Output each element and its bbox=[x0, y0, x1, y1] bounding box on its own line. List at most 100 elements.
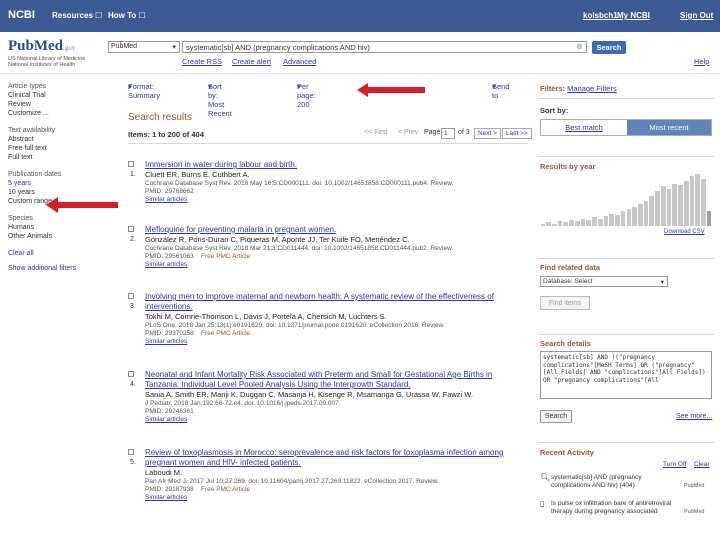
result-authors: Laboudi M. bbox=[145, 468, 183, 477]
year-bar[interactable] bbox=[540, 224, 546, 226]
result-checkbox[interactable] bbox=[128, 371, 134, 377]
result-checkbox[interactable] bbox=[128, 226, 134, 232]
similar-articles-link[interactable]: Similar articles bbox=[145, 196, 528, 204]
filter-item-abstract[interactable]: Abstract bbox=[8, 135, 118, 144]
similar-articles-link[interactable]: Similar articles bbox=[145, 416, 528, 424]
year-bar[interactable] bbox=[551, 224, 557, 226]
database-select[interactable]: PubMed ▾ bbox=[108, 41, 180, 53]
result-authors: González R, Pons-Duran C, Piqueras M, Ap… bbox=[145, 235, 410, 244]
year-bar[interactable] bbox=[701, 179, 706, 226]
clear-activity-link[interactable]: Clear bbox=[694, 461, 710, 468]
howto-menu[interactable]: How To ☐ bbox=[108, 11, 146, 20]
year-bar[interactable] bbox=[546, 222, 551, 226]
year-bar[interactable] bbox=[574, 221, 580, 226]
filter-item-customize[interactable]: Customize ... bbox=[8, 109, 118, 118]
resources-menu[interactable]: Resources ☐ bbox=[52, 11, 102, 20]
year-bar[interactable] bbox=[620, 211, 626, 226]
filter-item-other-animals[interactable]: Other Animals bbox=[8, 232, 118, 241]
help-link[interactable]: Help bbox=[694, 57, 709, 66]
search-details-search-button[interactable]: Search bbox=[540, 410, 572, 423]
year-bar[interactable] bbox=[678, 185, 683, 226]
filter-item-review[interactable]: Review bbox=[8, 100, 118, 109]
year-bar[interactable] bbox=[597, 219, 603, 226]
year-bar[interactable] bbox=[666, 189, 672, 226]
result-checkbox[interactable] bbox=[128, 449, 134, 455]
search-input[interactable]: systematic[sb] AND (pregnancy complicati… bbox=[182, 41, 587, 53]
similar-articles-link[interactable]: Similar articles bbox=[145, 338, 528, 346]
turn-off-link[interactable]: Turn Off bbox=[663, 461, 686, 468]
year-bar[interactable] bbox=[643, 201, 649, 226]
page-number-input[interactable]: 1 bbox=[441, 128, 455, 139]
year-bar[interactable] bbox=[586, 220, 592, 226]
clear-search-icon[interactable]: ⊗ bbox=[576, 42, 583, 51]
year-bar[interactable] bbox=[603, 216, 609, 226]
show-additional-filters-link[interactable]: Show additional filters bbox=[8, 264, 118, 273]
year-bar[interactable] bbox=[626, 209, 632, 226]
results-by-year-chart[interactable] bbox=[540, 174, 712, 226]
year-bar[interactable] bbox=[649, 196, 655, 226]
filter-item-full-text[interactable]: Full text bbox=[8, 153, 118, 162]
advanced-link[interactable]: Advanced bbox=[283, 57, 316, 66]
filter-group-article-types: Article types Clinical Trial Review Cust… bbox=[8, 82, 118, 118]
download-csv-link[interactable]: Download CSV bbox=[664, 229, 705, 235]
year-bar[interactable] bbox=[592, 217, 597, 226]
year-bar[interactable] bbox=[615, 215, 620, 226]
year-bar[interactable] bbox=[637, 204, 643, 226]
result-title-link[interactable]: Involving men to improve maternal and ne… bbox=[145, 292, 528, 312]
pubmed-logo[interactable]: PubMed.gov bbox=[8, 38, 75, 55]
pager-first[interactable]: << First bbox=[364, 129, 388, 136]
pager-next-button[interactable]: Next > bbox=[474, 128, 501, 139]
year-bar[interactable] bbox=[660, 186, 666, 226]
my-ncbi-link[interactable]: My NCBI bbox=[617, 11, 650, 20]
see-more-link[interactable]: See more... bbox=[676, 413, 712, 420]
year-bar[interactable] bbox=[609, 214, 615, 226]
filter-item-free-full-text[interactable]: Free full text bbox=[8, 144, 118, 153]
manage-filters-link[interactable]: Manage Filters bbox=[567, 84, 617, 93]
create-alert-link[interactable]: Create alert bbox=[232, 57, 271, 66]
similar-articles-link[interactable]: Similar articles bbox=[145, 261, 528, 269]
similar-articles-link[interactable]: Similar articles bbox=[145, 494, 528, 502]
pager-last-button[interactable]: Last >> bbox=[502, 128, 532, 139]
clear-all-link[interactable]: Clear all bbox=[8, 249, 118, 258]
result-title-link[interactable]: Neonatal and Infant Mortality Risk Assoc… bbox=[145, 370, 528, 390]
ncbi-logo[interactable]: NCBI bbox=[8, 9, 35, 21]
year-bar[interactable] bbox=[569, 220, 574, 226]
year-bar[interactable] bbox=[580, 219, 586, 226]
year-bar[interactable] bbox=[689, 176, 695, 226]
year-bar[interactable] bbox=[632, 207, 637, 226]
year-bar[interactable] bbox=[672, 184, 678, 226]
search-button[interactable]: Search bbox=[592, 41, 626, 54]
result-number: 1. bbox=[130, 171, 136, 178]
year-bar[interactable] bbox=[706, 211, 712, 226]
related-database-select[interactable]: Database: Select ▾ bbox=[540, 276, 668, 287]
sort-best-match-button[interactable]: Best match bbox=[541, 120, 627, 135]
year-bar[interactable] bbox=[683, 181, 689, 226]
result-title-link[interactable]: Mefloquine for preventing malaria in pre… bbox=[145, 225, 528, 235]
username-link[interactable]: kolsbch1 bbox=[583, 11, 618, 20]
result-title-link[interactable]: Review of toxoplasmosis in Morocco: sero… bbox=[145, 448, 528, 468]
filter-heading: Publication dates bbox=[8, 171, 62, 178]
sign-out-link[interactable]: Sign Out bbox=[680, 11, 713, 20]
search-details-textarea[interactable]: systematic[sb] AND (("pregnancy complica… bbox=[540, 351, 712, 399]
result-body: Mefloquine for preventing malaria in pre… bbox=[145, 225, 528, 269]
find-items-button[interactable]: Find items bbox=[540, 296, 590, 310]
year-bar[interactable] bbox=[557, 221, 563, 226]
chevron-down-icon: ▾ bbox=[128, 82, 132, 91]
pager-prev[interactable]: < Prev bbox=[398, 129, 418, 136]
create-rss-link[interactable]: Create RSS bbox=[182, 57, 222, 66]
result-checkbox[interactable] bbox=[128, 161, 134, 167]
year-bar[interactable] bbox=[655, 191, 660, 226]
free-pmc-article-link[interactable]: Free PMC Article bbox=[201, 330, 250, 337]
result-title-link[interactable]: Immersion in water during labour and bir… bbox=[145, 160, 528, 170]
year-bar[interactable] bbox=[695, 174, 701, 226]
filter-item-humans[interactable]: Humans bbox=[8, 223, 118, 232]
free-pmc-article-link[interactable]: Free PMC Article bbox=[201, 253, 250, 260]
result-checkbox[interactable] bbox=[128, 293, 134, 299]
sort-most-recent-button[interactable]: Most recent bbox=[627, 120, 711, 135]
result-source: Cochrane Database Syst Rev. 2018 May 16;… bbox=[145, 180, 454, 187]
filter-item-clinical-trial[interactable]: Clinical Trial bbox=[8, 91, 118, 100]
year-bar[interactable] bbox=[563, 222, 569, 226]
free-pmc-article-link[interactable]: Free PMC Article bbox=[201, 486, 250, 493]
filter-group-text-availability: Text availability Abstract Free full tex… bbox=[8, 126, 118, 162]
filter-item-5-years[interactable]: 5 years bbox=[8, 179, 118, 188]
